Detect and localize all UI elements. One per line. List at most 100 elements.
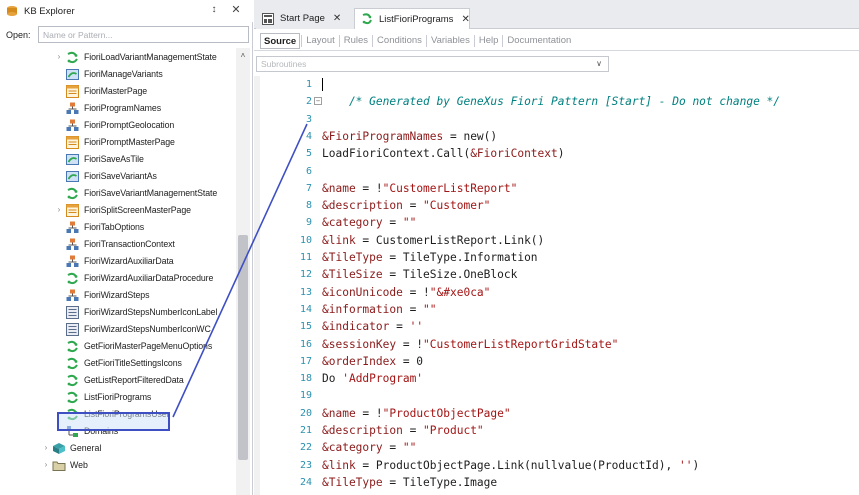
tree-item-fiori-save-variant-as[interactable]: FioriSaveVariantAs <box>0 168 236 185</box>
line-number: 24 <box>299 476 312 488</box>
tree-item-get-fiori-title-settings-icons[interactable]: GetFioriTitleSettingsIcons <box>0 355 236 372</box>
close-icon[interactable]: ✕ <box>461 14 469 25</box>
tree-item-fiori-wizard-steps-number-icon-label[interactable]: FioriWizardStepsNumberIconLabel <box>0 304 236 321</box>
line-number: 12 <box>299 269 312 281</box>
code-text: &information = "" <box>322 302 437 316</box>
tree-item-fiori-wizard-auxiliar-data[interactable]: FioriWizardAuxiliarData <box>0 253 236 270</box>
line-number: 2 <box>305 96 312 108</box>
tree-item-fiori-wizard-auxiliar-data-procedure[interactable]: FioriWizardAuxiliarDataProcedure <box>0 270 236 287</box>
line-number: 4 <box>305 130 312 142</box>
tree-item-label: FioriPromptMasterPage <box>84 137 175 147</box>
code-line[interactable]: 17 &orderIndex = 0 <box>254 353 859 370</box>
code-line[interactable]: 6 <box>254 163 859 180</box>
tree-item-fiori-save-as-tile[interactable]: FioriSaveAsTile <box>0 151 236 168</box>
tree-item-fiori-load-variant-management-state[interactable]: › FioriLoadVariantManagementState <box>0 49 236 66</box>
source-code-editor[interactable]: 1 2− /* Generated by GeneXus Fiori Patter… <box>254 76 859 495</box>
close-icon[interactable]: ✕ <box>333 13 341 24</box>
procedure-icon <box>66 51 79 64</box>
code-line[interactable]: 15 &indicator = '' <box>254 318 859 335</box>
open-row: Open: <box>0 26 253 44</box>
tree-root-general[interactable]: › General <box>0 440 236 457</box>
tree-root-web[interactable]: › Web <box>0 457 236 474</box>
subroutines-select-value: Subroutines <box>261 59 307 69</box>
tree-item-fiori-program-names[interactable]: FioriProgramNames <box>0 100 236 117</box>
fold-toggle-icon[interactable]: − <box>314 97 322 106</box>
open-search-input[interactable] <box>38 26 249 43</box>
code-line[interactable]: 19 <box>254 387 859 404</box>
tree-item-label: FioriWizardAuxiliarData <box>84 256 174 266</box>
part-tab-conditions[interactable]: Conditions <box>374 33 425 49</box>
start-page-icon <box>262 12 274 25</box>
part-tab-variables[interactable]: Variables <box>428 33 473 49</box>
part-tab-documentation[interactable]: Documentation <box>504 33 574 49</box>
tree-item-fiori-save-variant-management-state[interactable]: FioriSaveVariantManagementState <box>0 185 236 202</box>
part-tab-layout[interactable]: Layout <box>303 33 338 49</box>
tab-list-fiori-programs[interactable]: ListFioriPrograms ✕ <box>354 8 470 29</box>
code-line[interactable]: 9 &category = "" <box>254 214 859 231</box>
code-line[interactable]: 7 &name = !"CustomerListReport" <box>254 180 859 197</box>
chevron-right-icon[interactable]: › <box>42 459 50 471</box>
tree-item-fiori-split-screen-master-page[interactable]: › FioriSplitScreenMasterPage <box>0 202 236 219</box>
tree-item-get-list-report-filtered-data[interactable]: GetListReportFilteredData <box>0 372 236 389</box>
code-line[interactable]: 20 &name = !"ProductObjectPage" <box>254 405 859 422</box>
code-line[interactable]: 24 &TileType = TileType.Image <box>254 474 859 491</box>
chevron-right-icon[interactable]: › <box>55 51 63 63</box>
subroutines-select[interactable]: Subroutines ∨ <box>256 56 609 72</box>
scroll-up-arrow-icon[interactable]: ˄ <box>236 50 250 62</box>
selected-item-highlight <box>57 412 170 431</box>
line-number: 7 <box>305 182 312 194</box>
chevron-right-icon[interactable]: › <box>55 204 63 216</box>
code-line[interactable]: 16 &sessionKey = !"CustomerListReportGrid… <box>254 336 859 353</box>
tab-start-page[interactable]: Start Page ✕ <box>256 8 354 29</box>
close-icon[interactable]: ✕ <box>230 4 242 16</box>
code-line[interactable]: 8 &description = "Customer" <box>254 197 859 214</box>
code-text: &category = "" <box>322 216 417 230</box>
code-line[interactable]: 23 &link = ProductObjectPage.Link(nullval… <box>254 457 859 474</box>
tree-item-list-fiori-programs[interactable]: ListFioriPrograms <box>0 389 236 406</box>
code-line[interactable]: 12 &TileSize = TileSize.OneBlock <box>254 266 859 283</box>
tree-item-fiori-manage-variants[interactable]: FioriManageVariants <box>0 66 236 83</box>
tree-item-fiori-prompt-master-page[interactable]: FioriPromptMasterPage <box>0 134 236 151</box>
tree-item-fiori-tab-options[interactable]: FioriTabOptions <box>0 219 236 236</box>
part-tab-source[interactable]: Source <box>260 32 301 49</box>
code-line[interactable]: 5 LoadFioriContext.Call(&FioriContext) <box>254 145 859 162</box>
code-line[interactable]: 22 &category = "" <box>254 439 859 456</box>
part-tab-help[interactable]: Help <box>476 33 502 49</box>
code-line[interactable]: 1 <box>254 76 859 93</box>
code-line[interactable]: 21 &description = "Product" <box>254 422 859 439</box>
tree-root-label: General <box>70 443 102 453</box>
code-line[interactable]: 14 &information = "" <box>254 301 859 318</box>
code-line[interactable]: 3 <box>254 111 859 128</box>
tree-item-fiori-master-page[interactable]: FioriMasterPage <box>0 83 236 100</box>
tree-item-label: FioriManageVariants <box>84 69 163 79</box>
tree-item-label: FioriProgramNames <box>84 103 161 113</box>
procedure-icon <box>66 357 79 370</box>
tree-item-fiori-prompt-geolocation[interactable]: FioriPromptGeolocation <box>0 117 236 134</box>
code-line[interactable]: 2− /* Generated by GeneXus Fiori Pattern… <box>254 93 859 110</box>
editor-area: Start Page ✕ ListFioriPrograms ✕ Source L… <box>254 0 859 495</box>
code-line[interactable]: 18 Do 'AddProgram' <box>254 370 859 387</box>
code-line[interactable]: 10 &link = CustomerListReport.Link() <box>254 232 859 249</box>
line-number: 22 <box>299 442 312 454</box>
kb-tree-scrollbar[interactable]: ˄ <box>236 48 250 495</box>
tab-separator <box>473 34 475 47</box>
tree-item-fiori-transaction-context[interactable]: FioriTransactionContext <box>0 236 236 253</box>
procedure-icon <box>66 340 79 353</box>
code-text: Do 'AddProgram' <box>322 372 424 386</box>
line-number: 11 <box>299 252 312 263</box>
code-text: &indicator = '' <box>322 320 424 334</box>
code-line[interactable]: 13 &iconUnicode = !"&#xe0ca" <box>254 284 859 301</box>
code-line[interactable]: 4 &FioriProgramNames = new() <box>254 128 859 145</box>
pin-icon[interactable]: ↕ <box>208 4 220 16</box>
tree-item-label: FioriWizardStepsNumberIconWC <box>84 324 211 334</box>
chevron-right-icon[interactable]: › <box>42 442 50 454</box>
tree-item-label: FioriPromptGeolocation <box>84 120 175 130</box>
line-number: 14 <box>299 303 312 315</box>
part-tab-rules[interactable]: Rules <box>341 33 371 49</box>
code-line[interactable]: 11 &TileType = TileType.Information <box>254 249 859 266</box>
tree-item-fiori-wizard-steps-number-icon-wc[interactable]: FioriWizardStepsNumberIconWC <box>0 321 236 338</box>
scroll-thumb[interactable] <box>238 235 248 460</box>
tree-item-get-fiori-master-page-menu-options[interactable]: GetFioriMasterPageMenuOptions <box>0 338 236 355</box>
line-number: 15 <box>299 321 312 333</box>
tree-item-fiori-wizard-steps[interactable]: FioriWizardSteps <box>0 287 236 304</box>
